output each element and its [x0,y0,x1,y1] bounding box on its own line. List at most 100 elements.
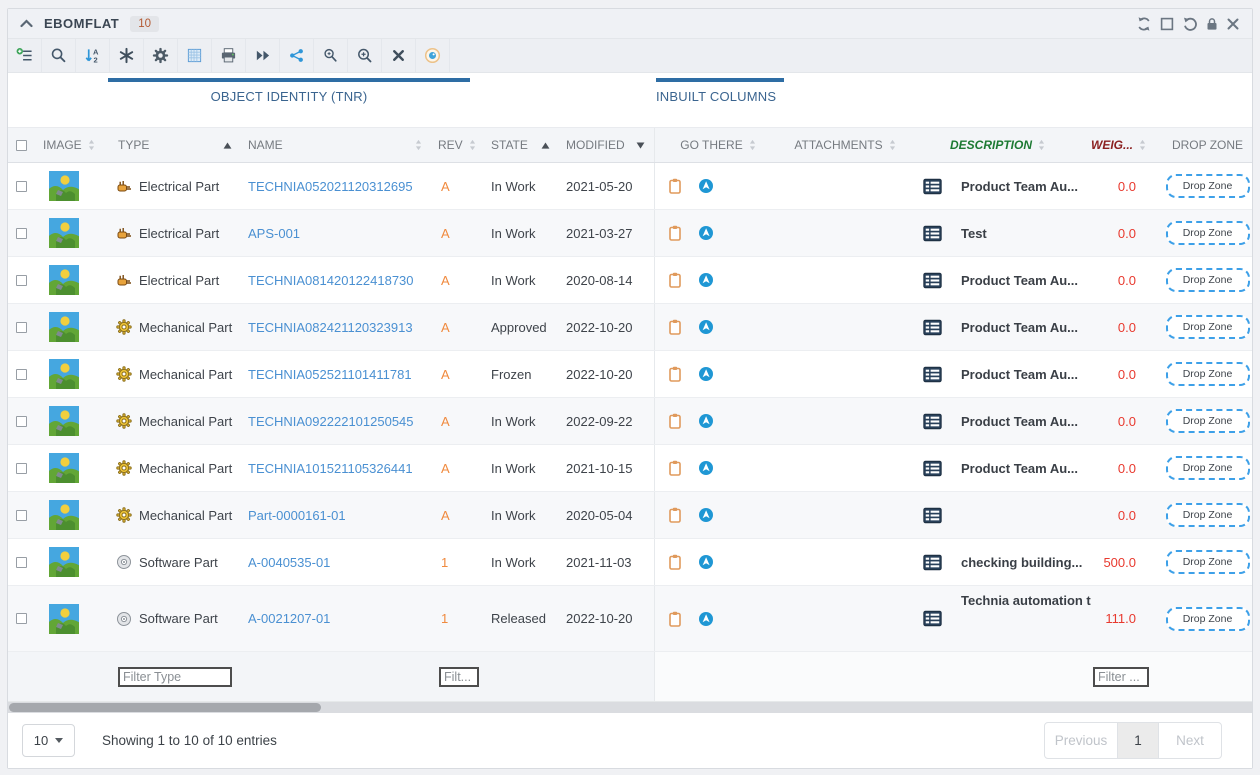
go-there-icon[interactable] [698,225,714,241]
previous-page-button[interactable]: Previous [1045,723,1117,758]
image-thumbnail[interactable] [49,500,79,530]
go-there-icon[interactable] [698,366,714,382]
sync-icon[interactable] [1136,16,1152,32]
grid-view-button[interactable] [178,39,212,72]
drop-zone[interactable]: Drop Zone [1166,268,1250,292]
row-checkbox[interactable] [16,613,27,624]
name-link[interactable]: A-0040535-01 [248,555,330,570]
row-checkbox[interactable] [16,510,27,521]
header-name[interactable]: NAME [241,128,431,162]
name-link[interactable]: TECHNIA092222101250545 [248,414,414,429]
header-rev[interactable]: REV [431,128,481,162]
name-link[interactable]: Part-0000161-01 [248,508,346,523]
next-page-button[interactable]: Next [1159,723,1221,758]
go-there-icon[interactable] [698,611,714,627]
go-there-icon[interactable] [698,460,714,476]
row-checkbox[interactable] [16,557,27,568]
select-all-checkbox[interactable] [16,140,27,151]
row-checkbox[interactable] [16,181,27,192]
page-size-select[interactable]: 10 [22,724,75,757]
image-thumbnail[interactable] [49,312,79,342]
description-form-icon[interactable] [923,413,942,430]
watch-eye-button[interactable] [416,39,450,72]
horizontal-scrollbar[interactable] [8,702,1252,713]
clipboard-icon[interactable] [667,507,683,523]
clipboard-icon[interactable] [667,460,683,476]
description-form-icon[interactable] [923,460,942,477]
row-checkbox[interactable] [16,228,27,239]
description-form-icon[interactable] [923,610,942,627]
drop-zone[interactable]: Drop Zone [1166,550,1250,574]
image-thumbnail[interactable] [49,604,79,634]
row-checkbox[interactable] [16,369,27,380]
rev-filter-input[interactable] [439,667,479,687]
description-form-icon[interactable] [923,507,942,524]
name-link[interactable]: TECHNIA101521105326441 [248,461,413,476]
clipboard-icon[interactable] [667,225,683,241]
image-thumbnail[interactable] [49,218,79,248]
drop-zone[interactable]: Drop Zone [1166,607,1250,631]
row-checkbox[interactable] [16,322,27,333]
close-icon[interactable] [1226,17,1240,31]
drop-zone[interactable]: Drop Zone [1166,174,1250,198]
drop-zone[interactable]: Drop Zone [1166,221,1250,245]
go-there-icon[interactable] [698,178,714,194]
image-thumbnail[interactable] [49,265,79,295]
zoom-pan-button[interactable] [314,39,348,72]
reset-icon[interactable] [1182,16,1198,32]
clipboard-icon[interactable] [667,413,683,429]
name-link[interactable]: TECHNIA052021120312695 [248,179,413,194]
clipboard-icon[interactable] [667,554,683,570]
drop-zone[interactable]: Drop Zone [1166,503,1250,527]
image-thumbnail[interactable] [49,406,79,436]
description-form-icon[interactable] [923,319,942,336]
clipboard-icon[interactable] [667,319,683,335]
clear-x-button[interactable] [382,39,416,72]
header-state[interactable]: STATE [481,128,559,162]
search-button[interactable] [42,39,76,72]
header-image[interactable]: IMAGE [38,128,108,162]
go-there-icon[interactable] [698,319,714,335]
header-weight[interactable]: WEIG... [1086,128,1163,162]
name-link[interactable]: A-0021207-01 [248,611,330,626]
drop-zone[interactable]: Drop Zone [1166,409,1250,433]
go-there-icon[interactable] [698,413,714,429]
asterisk-button[interactable] [110,39,144,72]
description-form-icon[interactable] [923,366,942,383]
header-type[interactable]: TYPE [108,128,241,162]
image-thumbnail[interactable] [49,359,79,389]
row-checkbox[interactable] [16,416,27,427]
header-go-there[interactable]: GO THERE [654,128,781,162]
clipboard-icon[interactable] [667,178,683,194]
description-form-icon[interactable] [923,554,942,571]
image-thumbnail[interactable] [49,453,79,483]
drop-zone[interactable]: Drop Zone [1166,362,1250,386]
name-link[interactable]: TECHNIA082421120323913 [248,320,413,335]
name-link[interactable]: APS-001 [248,226,300,241]
lock-icon[interactable] [1205,17,1219,31]
name-link[interactable]: TECHNIA052521101411781 [248,367,412,382]
zoom-in-button[interactable] [348,39,382,72]
header-attachments[interactable]: ATTACHMENTS [781,128,909,162]
description-form-icon[interactable] [923,178,942,195]
collapse-chevron-icon[interactable] [20,19,33,28]
fast-forward-button[interactable] [246,39,280,72]
drop-zone[interactable]: Drop Zone [1166,456,1250,480]
share-button[interactable] [280,39,314,72]
description-form-icon[interactable] [923,272,942,289]
description-form-icon[interactable] [923,225,942,242]
weight-filter-input[interactable] [1093,667,1149,687]
type-filter-input[interactable] [118,667,232,687]
clipboard-icon[interactable] [667,272,683,288]
go-there-icon[interactable] [698,554,714,570]
image-thumbnail[interactable] [49,171,79,201]
header-modified[interactable]: MODIFIED [559,128,654,162]
scrollbar-thumb[interactable] [9,703,321,712]
drop-zone[interactable]: Drop Zone [1166,315,1250,339]
current-page-button[interactable]: 1 [1117,723,1159,758]
print-button[interactable] [212,39,246,72]
go-there-icon[interactable] [698,507,714,523]
header-description[interactable]: DESCRIPTION [909,128,1086,162]
sort-az-button[interactable] [76,39,110,72]
maximize-icon[interactable] [1159,16,1175,32]
